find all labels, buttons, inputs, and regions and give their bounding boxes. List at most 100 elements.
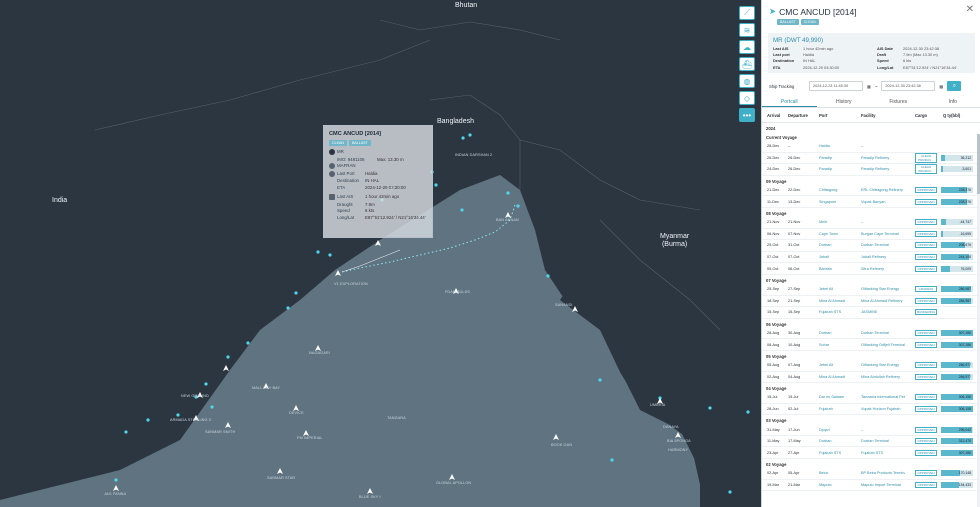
table-row[interactable]: 23-Apr 27-Apr Fujairah STS Fujairah STS OPPR… [762, 447, 980, 460]
vessel-label[interactable]: PM IMPERIAL [297, 436, 323, 440]
vessel-label[interactable]: UMBRIA [650, 403, 665, 407]
cargo-status-badge[interactable]: OPPROVEN [915, 330, 937, 337]
table-row[interactable]: 08-Aug 10-Aug Sohar Oiltanking Odfjell Term… [762, 339, 980, 351]
table-row[interactable]: 28-Jun 02-Jul Fujairah Vopak Horizon Fujair… [762, 404, 980, 416]
voyage-heading[interactable]: 08 Voyage [762, 208, 980, 217]
cargo-status-badge[interactable]: OPPROVEN [915, 187, 937, 194]
table-row[interactable]: 02-Apr 05-Apr Beira BP Beira Products Termi… [762, 468, 980, 480]
tab-info[interactable]: Info [926, 97, 980, 107]
cargo-status-badge[interactable]: OPPROVEN [915, 449, 937, 456]
table-row[interactable]: 07-Oct 07-Oct Jubail Jubail Refinery OPPROVE… [762, 252, 980, 264]
calendar-icon[interactable]: ▦ [867, 84, 871, 89]
table-row[interactable]: 02-Aug 04-Aug Mina Al Ahmadi Mina Abdullah … [762, 372, 980, 384]
table-row[interactable]: 19-Mar 21-Mar Maputo Maputo Import Terminal… [762, 480, 980, 492]
map-view[interactable]: Bhutan Bangladesh India Myanmar (Burma) … [0, 0, 762, 507]
date-to-input[interactable]: 2024-12-30 23:42:38 [881, 81, 936, 91]
tab-fixtures[interactable]: Fixtures [871, 97, 926, 107]
cargo-status-badge[interactable]: OPPROVEN [915, 254, 937, 261]
vessel-label[interactable]: SANANDI [555, 303, 573, 307]
vessel-label[interactable]: JAG PANNA [104, 492, 126, 496]
cargo-status-badge[interactable]: OPPROVEN [915, 230, 937, 237]
table-row[interactable]: 05-Aug 07-Aug Jebel Ali Oiltanking Star Ene… [762, 360, 980, 372]
voyage-heading[interactable]: 05 Voyage [762, 351, 980, 360]
vessel-label[interactable]: GLOBAL APOLLON [436, 481, 471, 485]
cargo-status-badge[interactable]: CLEAN PRODUC... [915, 164, 937, 175]
vessel-label[interactable]: ARMADA STERLING 3 [170, 418, 211, 422]
vessel-label[interactable]: HARMONY [668, 448, 688, 452]
column-header[interactable]: Port [809, 113, 851, 118]
eraser-icon[interactable]: ◇ [739, 91, 755, 105]
voyage-heading[interactable]: 07 Voyage [762, 275, 980, 284]
vessel-label[interactable]: NAGAGARI [309, 351, 330, 355]
table-row[interactable]: 11-Dec 13-Dec Singapore Vopak Banyan OPPROVE… [762, 196, 980, 208]
table-row[interactable]: 28-Aug 30-Aug Durban Durban Terminal OPPROVE… [762, 328, 980, 340]
table-row[interactable]: 31-May 17-Jun Djupvi -- OPPROVEN 296,042 [762, 424, 980, 436]
table-row[interactable]: 24-Dec 26-Dec Paradip Paradip Refinery CLEAN… [762, 164, 980, 176]
table-row[interactable]: 29-Oct 31-Oct Durban Durban Terminal OPPROVE… [762, 240, 980, 252]
cargo-status-badge[interactable]: OPPROVEN [915, 438, 937, 445]
cargo-status-badge[interactable]: CLEAN PRODUC... [915, 152, 937, 163]
table-row[interactable]: 28-Dec -- Haldia -- [762, 141, 980, 153]
cargo-status-badge[interactable]: OPPROVEN [915, 470, 937, 477]
voyage-heading[interactable]: 04 Voyage [762, 383, 980, 392]
cargo-status-badge[interactable]: OPPROVEN [915, 265, 937, 272]
calendar-icon[interactable]: ▦ [939, 84, 943, 89]
vessel-label[interactable]: DEVICE [289, 411, 304, 415]
cargo-status-badge[interactable]: OPPROVEN [915, 297, 937, 304]
vessel-label[interactable]: BOOK GAN [551, 443, 572, 447]
vessel-label[interactable]: FDAN BULDS [445, 290, 470, 294]
vessel-label[interactable]: BLUE SKY I [359, 495, 381, 499]
voyage-heading[interactable]: 03 Voyage [762, 415, 980, 424]
layers-icon[interactable]: ≋ [739, 23, 755, 37]
cargo-status-badge[interactable]: CRUDESS [915, 286, 937, 293]
column-header[interactable]: Arrival [767, 113, 788, 118]
cargo-status-badge[interactable]: OPPROVEN [915, 341, 937, 348]
vessel-label[interactable]: NEW GROUND [181, 394, 209, 398]
vessel-label[interactable]: TANGARA [387, 416, 406, 420]
table-row[interactable]: 06-Nov 07-Nov Cape Town Burgan Cape Termina… [762, 229, 980, 241]
cargo-status-badge[interactable]: OPPROVEN [915, 362, 937, 369]
table-row[interactable]: 26-Dec 26-Dec Paradip Paradip Refinery CLEAN… [762, 152, 980, 165]
more-icon[interactable]: ••• [739, 108, 755, 122]
cargo-status-badge[interactable]: OPPROVEN [915, 242, 937, 249]
cargo-status-badge[interactable]: OPPROVEN [915, 219, 937, 226]
vessel-label[interactable]: MALL DEY BAY [252, 386, 280, 390]
voyage-heading[interactable]: 02 Voyage [762, 459, 980, 468]
vessel-label[interactable]: BAN ANNAN [496, 218, 519, 222]
cargo-status-badge[interactable]: OPPROVEN [915, 394, 937, 401]
ship-icon[interactable]: ⛴ [739, 57, 755, 71]
cargo-status-badge[interactable]: OPPROVEN [915, 426, 937, 433]
table-row[interactable]: 21-Dec 22-Dec Chittagong ERL Chittagong Ref… [762, 185, 980, 197]
column-header[interactable]: Cargo [905, 113, 941, 118]
table-row[interactable]: 05-Oct 06-Oct Bahrain Sitra Refinery OPPROVE… [762, 263, 980, 275]
vessel-label[interactable]: DANAYA [663, 425, 679, 429]
vessel-label[interactable]: SANMAR STAR [267, 476, 295, 480]
column-header[interactable]: Departure [788, 113, 809, 118]
cargo-status-badge[interactable]: OPPROVEN [915, 481, 937, 488]
table-row[interactable]: 25-Sep 27-Sep Jebel Ali Oiltanking Star Ene… [762, 284, 980, 296]
cargo-status-badge[interactable]: BUNKERING [915, 309, 937, 316]
cargo-status-badge[interactable]: OPPROVEN [915, 198, 937, 205]
route-icon[interactable]: ⟋ [739, 6, 755, 20]
table-row[interactable]: 21-Nov 21-Nov Mele -- OPPROVEN -44,747 [762, 217, 980, 229]
cargo-status-badge[interactable]: OPPROVEN [915, 405, 937, 412]
vessel-label[interactable]: SANMAR SMITH [205, 430, 235, 434]
vessel-label[interactable]: INDIAN DARSHAN 2 [455, 153, 492, 157]
tab-history[interactable]: History [817, 97, 872, 107]
table-row[interactable]: 18-Sep 21-Sep Mina Al Ahmadi Mina Al Ahmadi… [762, 296, 980, 308]
voyage-heading[interactable]: 06 Voyage [762, 319, 980, 328]
date-from-input[interactable]: 2024-12-23 11:45:30 [809, 81, 863, 91]
cargo-status-badge[interactable]: OPPROVEN [915, 373, 937, 380]
column-header[interactable]: Facility [851, 113, 905, 118]
table-row[interactable]: 15-Jul 19-Jul Dar es Salaam Tanzania Intern… [762, 392, 980, 404]
weather-icon[interactable]: ☁ [739, 40, 755, 54]
vessel-label[interactable]: V1 EXPLORATION [334, 282, 368, 286]
close-icon[interactable]: ✕ [966, 4, 974, 15]
vessel-label[interactable]: BIA 5PONGA [667, 439, 691, 443]
globe-icon[interactable]: ◍ [739, 74, 755, 88]
voyage-heading[interactable]: 09 Voyage [762, 176, 980, 185]
vessel-popup[interactable]: CMC ANCUD [2014] CLEAN BALLAST MR IMO: 94… [323, 125, 433, 238]
table-row[interactable]: 15-Sep 15-Sep Fujairah STS JASMINE BUNKERING [762, 307, 980, 319]
table-row[interactable]: 11-May 17-May Durban Durban Terminal OPPROVE… [762, 436, 980, 448]
voyage-heading[interactable]: Current Voyage [762, 132, 980, 141]
